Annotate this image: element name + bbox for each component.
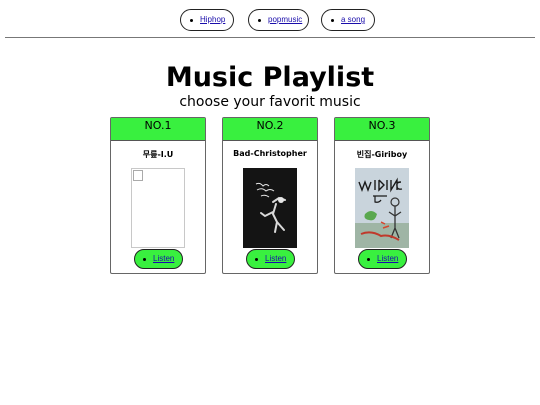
top-nav: Hiphop popmusic a song: [0, 9, 540, 33]
rank-label: NO.2: [223, 118, 317, 141]
song-card: NO.3 빈집-Giriboy Listen: [334, 117, 430, 274]
bullet-icon: [367, 258, 370, 261]
nav-item-popmusic[interactable]: popmusic: [248, 9, 309, 31]
song-title: Bad-Christopher: [233, 149, 307, 158]
song-title: 무릎-I.U: [142, 150, 174, 159]
listen-link[interactable]: Listen: [153, 254, 174, 263]
song-card: NO.2 Bad-Christopher Listen: [222, 117, 318, 274]
nav-link-hiphop[interactable]: Hiphop: [200, 15, 225, 24]
nav-item-hiphop[interactable]: Hiphop: [180, 9, 234, 31]
bullet-icon: [143, 258, 146, 261]
divider: [5, 37, 535, 38]
bullet-icon: [190, 19, 193, 22]
song-card: NO.1 무릎-I.U Listen: [110, 117, 206, 274]
bullet-icon: [255, 258, 258, 261]
page-title: Music Playlist: [165, 62, 375, 93]
rank-label: NO.3: [335, 118, 429, 141]
bullet-icon: [331, 19, 334, 22]
listen-button[interactable]: Listen: [358, 249, 407, 269]
album-cover-image: [131, 168, 185, 248]
album-cover-image: [355, 168, 409, 248]
listen-link[interactable]: Listen: [377, 254, 398, 263]
nav-link-a-song[interactable]: a song: [341, 15, 365, 24]
rank-label: NO.1: [111, 118, 205, 141]
nav-link-popmusic[interactable]: popmusic: [268, 15, 302, 24]
page-subtitle: choose your favorit music: [179, 94, 361, 110]
listen-link[interactable]: Listen: [265, 254, 286, 263]
bullet-icon: [258, 19, 261, 22]
listen-button[interactable]: Listen: [246, 249, 295, 269]
song-title: 빈집-Giriboy: [356, 150, 408, 159]
album-cover-image: [243, 168, 297, 248]
nav-item-a-song[interactable]: a song: [321, 9, 375, 31]
broken-image-icon: [133, 170, 143, 181]
listen-button[interactable]: Listen: [134, 249, 183, 269]
